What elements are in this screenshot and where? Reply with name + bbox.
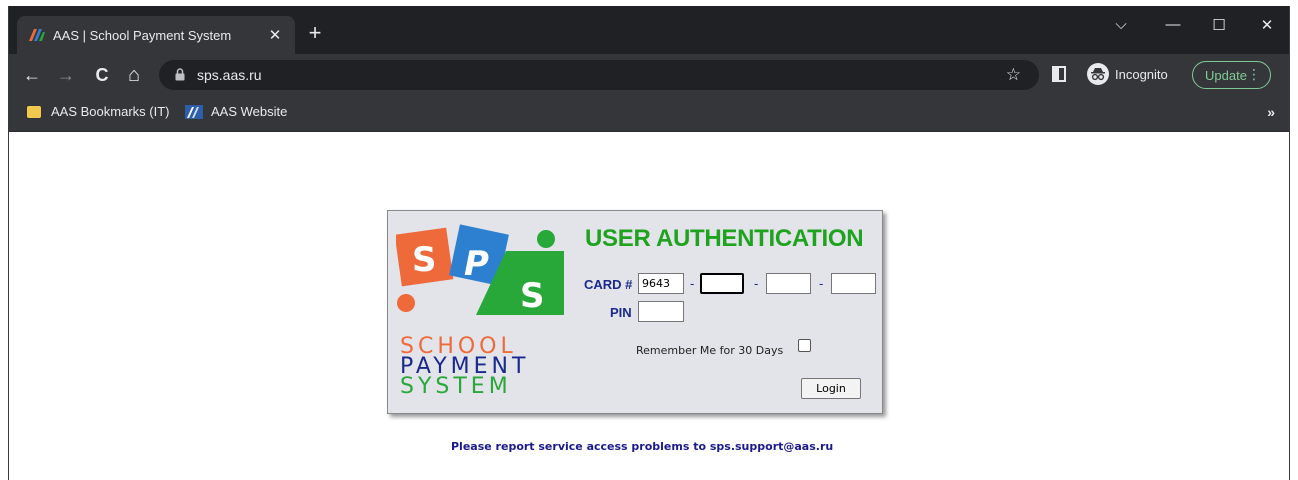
- incognito-label: Incognito: [1115, 67, 1168, 82]
- support-note: Please report service access problems to…: [451, 440, 834, 453]
- reload-button[interactable]: C: [89, 62, 115, 88]
- bookmarks-overflow-icon[interactable]: »: [1267, 104, 1275, 120]
- forward-button[interactable]: →: [53, 62, 79, 88]
- bookmark-star-icon[interactable]: ☆: [1006, 65, 1021, 85]
- auth-panel: S P S SCHOOL PAYMENT SYSTEM USER AUTHENT…: [387, 210, 883, 414]
- tab-title: AAS | School Payment System: [53, 27, 232, 43]
- logo-word-system: SYSTEM: [400, 374, 512, 399]
- pin-label: PIN: [610, 305, 632, 320]
- tab-strip: AAS | School Payment System ✕ + ⌵ — ☐ ✕: [9, 6, 1289, 54]
- update-button[interactable]: Update ⋮: [1192, 61, 1271, 89]
- card-dash-1: -: [690, 276, 695, 291]
- bookmark-label: AAS Bookmarks (IT): [51, 104, 170, 119]
- address-bar[interactable]: sps.aas.ru ☆: [159, 60, 1039, 90]
- card-part-4-input[interactable]: [831, 273, 876, 294]
- side-panel-icon[interactable]: [1052, 66, 1066, 82]
- tab-search-chevron-icon[interactable]: ⌵: [1101, 16, 1141, 33]
- card-dash-3: -: [819, 276, 824, 291]
- close-window-button[interactable]: ✕: [1247, 16, 1287, 34]
- logo-letter-s1: S: [412, 240, 437, 280]
- card-dash-2: -: [754, 276, 759, 291]
- card-number-label: CARD #: [584, 277, 633, 292]
- remember-me-label: Remember Me for 30 Days: [636, 344, 784, 357]
- sps-logo-graphic: S P S: [394, 224, 564, 316]
- browser-window: AAS | School Payment System ✕ + ⌵ — ☐ ✕ …: [8, 6, 1290, 480]
- aas-site-icon: [185, 104, 203, 119]
- folder-icon: [27, 105, 41, 118]
- update-label: Update: [1205, 67, 1247, 83]
- logo-letter-s2: S: [520, 276, 545, 316]
- browser-toolbar: ← → C ⌂ sps.aas.ru ☆ Incognito Update ⋮: [9, 54, 1289, 96]
- home-button[interactable]: ⌂: [121, 62, 147, 88]
- url-text[interactable]: sps.aas.ru: [197, 67, 262, 83]
- sps-logo: S P S SCHOOL PAYMENT SYSTEM: [394, 223, 566, 403]
- maximize-button[interactable]: ☐: [1199, 16, 1239, 34]
- bookmark-aas-website[interactable]: AAS Website: [185, 104, 287, 119]
- incognito-icon[interactable]: [1087, 63, 1109, 85]
- aas-favicon-icon: [29, 29, 45, 41]
- pin-input[interactable]: [638, 301, 684, 322]
- tab-close-icon[interactable]: ✕: [265, 26, 285, 44]
- menu-dots-icon[interactable]: ⋮: [1247, 66, 1261, 83]
- bookmark-aas-bookmarks-it[interactable]: AAS Bookmarks (IT): [27, 104, 169, 119]
- card-part-3-input[interactable]: [766, 273, 811, 294]
- minimize-button[interactable]: —: [1153, 16, 1193, 33]
- page-content: S P S SCHOOL PAYMENT SYSTEM USER AUTHENT…: [9, 132, 1289, 480]
- logo-letter-p: P: [464, 244, 489, 284]
- bookmarks-bar: AAS Bookmarks (IT) AAS Website »: [9, 96, 1289, 132]
- remember-me-checkbox[interactable]: [798, 339, 811, 352]
- tab-sps[interactable]: AAS | School Payment System ✕: [17, 16, 295, 54]
- back-button[interactable]: ←: [19, 62, 45, 88]
- auth-title: USER AUTHENTICATION: [585, 225, 864, 252]
- new-tab-button[interactable]: +: [301, 20, 329, 48]
- card-part-2-input[interactable]: [700, 273, 744, 294]
- bookmark-label: AAS Website: [211, 104, 288, 119]
- login-button[interactable]: Login: [801, 378, 861, 399]
- lock-icon[interactable]: [175, 68, 187, 82]
- card-part-1-input[interactable]: [638, 273, 684, 294]
